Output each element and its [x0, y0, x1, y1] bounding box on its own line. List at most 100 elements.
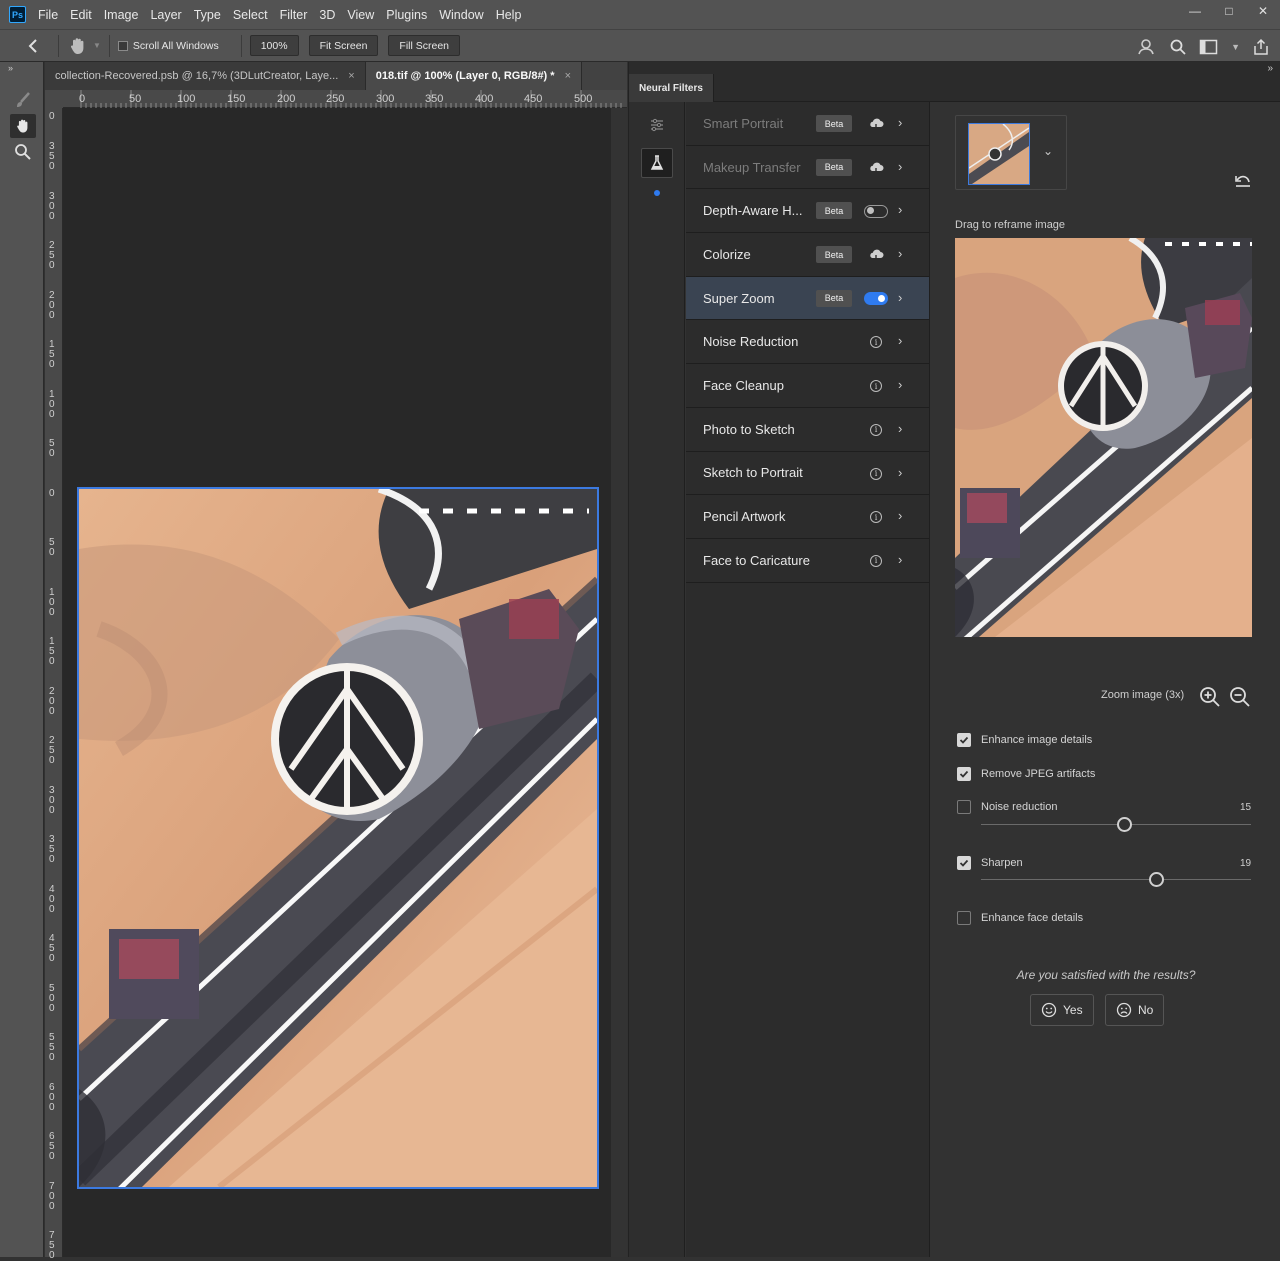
collapse-toolbar-icon[interactable]: » [8, 62, 43, 74]
cloud-download-icon[interactable] [864, 160, 888, 176]
toggle-switch[interactable] [864, 204, 888, 218]
close-icon[interactable]: ✕ [1246, 0, 1280, 22]
image-navigator[interactable]: ⌄ [955, 115, 1067, 190]
hand-tool[interactable] [10, 114, 36, 138]
neural-filters-tab[interactable]: Neural Filters [629, 74, 714, 102]
cloud-download-icon[interactable] [864, 247, 888, 263]
all-filters-button[interactable] [641, 110, 673, 140]
maximize-icon[interactable]: □ [1212, 0, 1246, 22]
filter-item-makeup-transfer[interactable]: Makeup Transfer Beta › [686, 146, 929, 190]
info-icon[interactable]: i [864, 553, 888, 569]
feedback-yes-button[interactable]: Yes [1030, 994, 1094, 1026]
chevron-right-icon[interactable]: › [898, 465, 902, 480]
expand-panel-icon[interactable]: » [1267, 63, 1273, 74]
user-cloud-icon[interactable] [1137, 37, 1157, 57]
info-icon[interactable]: i [864, 466, 888, 482]
noise-reduction-checkbox[interactable] [957, 800, 971, 814]
menu-filter[interactable]: Filter [280, 8, 308, 22]
chevron-right-icon[interactable]: › [898, 159, 902, 174]
brush-tool[interactable] [10, 88, 36, 112]
sharpen-option[interactable]: Sharpen [957, 856, 1023, 870]
zoom-tool[interactable] [10, 140, 36, 164]
vertical-scrollbar[interactable] [611, 108, 627, 1257]
cloud-download-icon[interactable] [864, 116, 888, 132]
info-icon[interactable]: i [864, 334, 888, 350]
hand-tool-icon[interactable] [67, 35, 89, 57]
fill-screen-button[interactable]: Fill Screen [388, 35, 461, 56]
remove-jpeg-checkbox[interactable] [957, 767, 971, 781]
info-icon[interactable]: i [864, 378, 888, 394]
sharpen-slider[interactable] [981, 879, 1251, 880]
chevron-right-icon[interactable]: › [898, 115, 902, 130]
chevron-right-icon[interactable]: › [898, 552, 902, 567]
back-arrow-icon[interactable] [24, 36, 44, 56]
menu-file[interactable]: File [38, 8, 58, 22]
menu-layer[interactable]: Layer [150, 8, 181, 22]
menu-type[interactable]: Type [194, 8, 221, 22]
info-icon[interactable]: i [864, 509, 888, 525]
enhance-details-option[interactable]: Enhance image details [957, 733, 1092, 747]
chevron-right-icon[interactable]: › [898, 202, 902, 217]
menu-view[interactable]: View [347, 8, 374, 22]
chevron-right-icon[interactable]: › [898, 290, 902, 305]
menu-3d[interactable]: 3D [319, 8, 335, 22]
menu-window[interactable]: Window [439, 8, 483, 22]
enhance-details-checkbox[interactable] [957, 733, 971, 747]
zoom-out-icon[interactable] [1229, 686, 1251, 708]
filter-item-face-cleanup[interactable]: Face Cleanup i › [686, 364, 929, 408]
filter-item-depth-aware-h[interactable]: Depth-Aware H... Beta › [686, 189, 929, 234]
tab-018-tif[interactable]: 018.tif @ 100% (Layer 0, RGB/8#) * × [365, 62, 582, 90]
document-image[interactable] [77, 487, 599, 1189]
enhance-face-checkbox[interactable] [957, 911, 971, 925]
hand-dropdown-icon[interactable]: ▼ [93, 41, 101, 50]
enhance-face-option[interactable]: Enhance face details [957, 911, 1083, 925]
fit-screen-button[interactable]: Fit Screen [308, 35, 379, 56]
close-tab-icon[interactable]: × [565, 70, 571, 82]
chevron-right-icon[interactable]: › [898, 246, 902, 261]
chevron-right-icon[interactable]: › [898, 508, 902, 523]
filter-item-noise-reduction[interactable]: Noise Reduction i › [686, 320, 929, 365]
checkbox-box[interactable] [117, 40, 128, 51]
filter-toggle[interactable] [864, 291, 888, 307]
filter-item-super-zoom[interactable]: Super Zoom Beta › [686, 276, 929, 321]
workspace-icon[interactable] [1199, 38, 1219, 56]
filter-item-face-to-caricature[interactable]: Face to Caricature i › [686, 539, 929, 583]
remove-jpeg-option[interactable]: Remove JPEG artifacts [957, 767, 1095, 781]
beta-filters-button[interactable] [641, 148, 673, 178]
zoom-100-button[interactable]: 100% [249, 35, 299, 56]
zoom-preview[interactable] [955, 238, 1252, 637]
scroll-all-windows-checkbox[interactable]: Scroll All Windows [117, 40, 219, 52]
zoom-in-icon[interactable] [1199, 686, 1221, 708]
tab-collection-recovered[interactable]: collection-Recovered.psb @ 16,7% (3DLutC… [45, 62, 366, 90]
share-icon[interactable] [1252, 38, 1270, 56]
filter-item-sketch-to-portrait[interactable]: Sketch to Portrait i › [686, 452, 929, 496]
noise-reduction-option[interactable]: Noise reduction [957, 800, 1057, 814]
menu-help[interactable]: Help [496, 8, 522, 22]
noise-reduction-slider-handle[interactable] [1116, 817, 1132, 832]
sharpen-slider-handle[interactable] [1149, 872, 1164, 887]
menu-edit[interactable]: Edit [70, 8, 92, 22]
minimize-icon[interactable]: — [1178, 0, 1212, 22]
filter-toggle[interactable] [864, 203, 888, 219]
info-icon[interactable]: i [864, 422, 888, 438]
filter-item-smart-portrait[interactable]: Smart Portrait Beta › [686, 102, 929, 146]
chevron-right-icon[interactable]: › [898, 333, 902, 348]
feedback-no-button[interactable]: No [1105, 994, 1165, 1026]
menu-image[interactable]: Image [104, 8, 139, 22]
sharpen-checkbox[interactable] [957, 856, 971, 870]
toggle-switch[interactable] [864, 292, 888, 306]
filter-item-colorize[interactable]: Colorize Beta › [686, 233, 929, 277]
filter-item-pencil-artwork[interactable]: Pencil Artwork i › [686, 495, 929, 539]
chevron-right-icon[interactable]: › [898, 377, 902, 392]
workspace-dropdown-icon[interactable]: ▼ [1231, 42, 1240, 52]
menu-plugins[interactable]: Plugins [386, 8, 427, 22]
chevron-right-icon[interactable]: › [898, 421, 902, 436]
navigator-thumbnail[interactable] [968, 123, 1030, 185]
menu-select[interactable]: Select [233, 8, 268, 22]
chevron-down-icon[interactable]: ⌄ [1043, 144, 1053, 158]
reset-icon[interactable] [1233, 172, 1253, 188]
search-icon[interactable] [1169, 38, 1187, 56]
filter-item-photo-to-sketch[interactable]: Photo to Sketch i › [686, 408, 929, 452]
photoshop-logo[interactable]: Ps [9, 6, 26, 23]
close-tab-icon[interactable]: × [348, 70, 354, 82]
